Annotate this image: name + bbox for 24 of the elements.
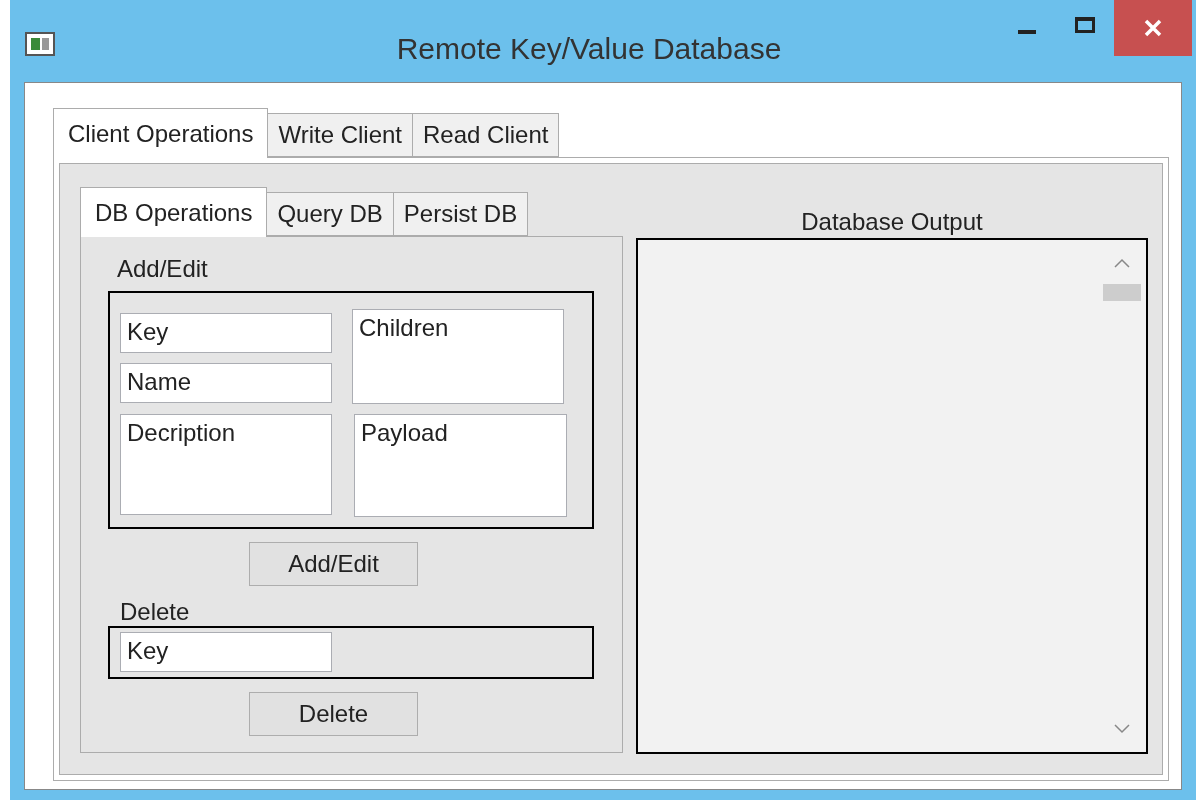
- group-label: Delete: [119, 597, 191, 626]
- scroll-thumb[interactable]: [1103, 284, 1141, 301]
- tab[interactable]: Write Client: [267, 113, 414, 157]
- delete-button[interactable]: Delete: [249, 692, 418, 736]
- app-icon: [25, 32, 55, 56]
- output-label: Database Output: [800, 207, 984, 237]
- add-edit-button[interactable]: Add/Edit: [249, 542, 418, 586]
- text-field[interactable]: Key: [120, 632, 332, 672]
- tab[interactable]: Client Operations: [53, 108, 269, 158]
- scroll-up-icon[interactable]: [1114, 258, 1130, 268]
- text-field[interactable]: Name: [120, 363, 332, 403]
- group-label: Add/Edit: [116, 254, 209, 284]
- text-field[interactable]: Payload: [354, 414, 567, 517]
- tab[interactable]: DB Operations: [80, 187, 268, 237]
- scroll-down-icon[interactable]: [1114, 724, 1130, 734]
- text-field[interactable]: Key: [120, 313, 332, 353]
- tab[interactable]: Read Client: [412, 113, 560, 157]
- window-title: Remote Key/Value Database: [395, 31, 783, 67]
- tab[interactable]: Persist DB: [392, 192, 529, 236]
- text-field[interactable]: Decription: [120, 414, 332, 515]
- tab[interactable]: Query DB: [266, 192, 394, 236]
- close-icon: [1144, 19, 1162, 37]
- text-field[interactable]: Children: [352, 309, 564, 404]
- close-button[interactable]: [1114, 0, 1192, 56]
